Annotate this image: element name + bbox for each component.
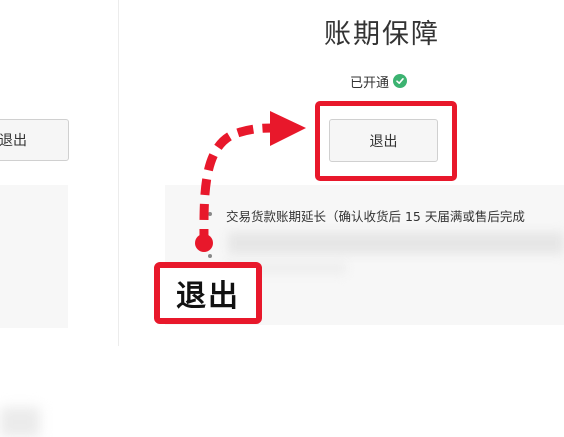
status-row: 已开通 xyxy=(350,72,408,91)
left-exit-button[interactable]: 退出 xyxy=(0,119,69,161)
left-content-block xyxy=(0,185,68,437)
bullet-dot xyxy=(208,212,212,216)
left-blurred-text xyxy=(0,407,40,437)
arrow-head xyxy=(270,111,306,146)
status-label: 已开通 xyxy=(350,75,390,91)
highlight-box xyxy=(315,101,457,181)
bullet-dot xyxy=(208,254,212,258)
blurred-text xyxy=(228,232,564,254)
left-panel: 退出 xyxy=(0,0,118,437)
callout-label: 退出 xyxy=(154,262,262,324)
info-text: 交易货款账期延长（确认收货后 15 天届满或售后完成 xyxy=(226,209,525,224)
check-circle-icon xyxy=(393,74,408,88)
page-title: 账期保障 xyxy=(324,19,440,50)
panel-divider xyxy=(118,0,119,346)
